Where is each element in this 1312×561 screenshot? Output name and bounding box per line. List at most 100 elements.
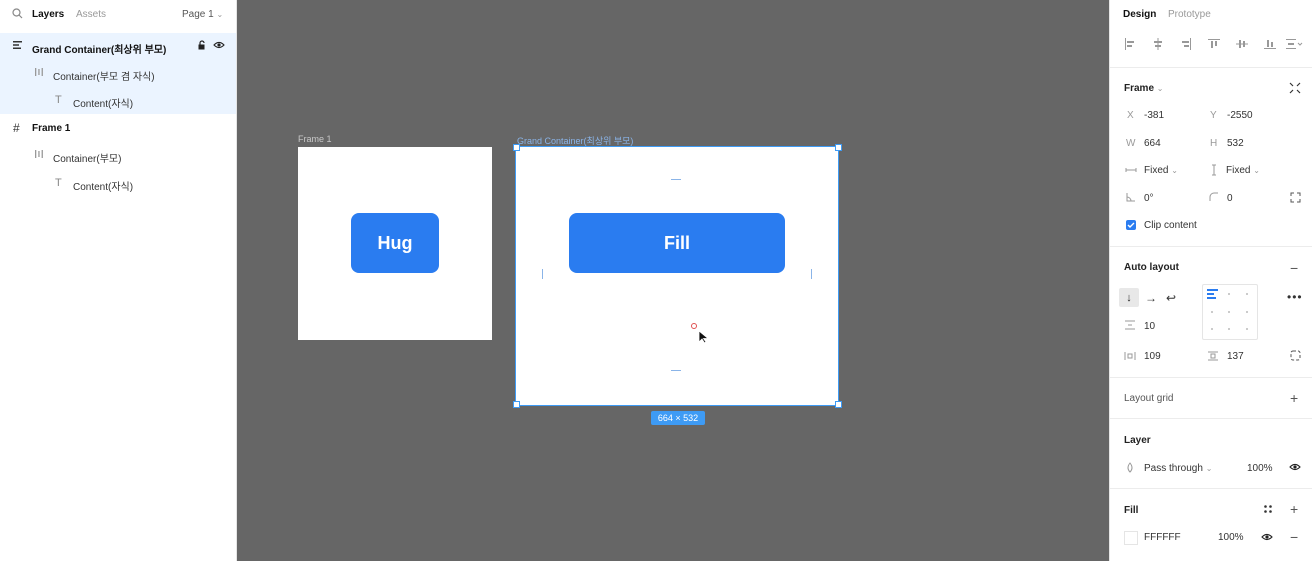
- eye-icon[interactable]: [213, 40, 225, 53]
- frame-section-title[interactable]: Frame ⌄: [1124, 83, 1164, 94]
- grid-dot[interactable]: [1211, 328, 1213, 330]
- grid-dot[interactable]: [1246, 293, 1248, 295]
- grid-dot[interactable]: [1211, 311, 1213, 313]
- clip-content-checkbox[interactable]: [1126, 220, 1136, 230]
- layer-label: Content(자식): [73, 182, 134, 193]
- align-top-left-indicator: [1207, 289, 1219, 302]
- y-label: Y: [1210, 110, 1217, 121]
- horizontal-sizing-select[interactable]: Fixed ⌄: [1144, 165, 1178, 176]
- auto-layout-horizontal-icon: [34, 149, 44, 162]
- tab-assets[interactable]: Assets: [76, 9, 106, 20]
- grid-dot[interactable]: [1228, 328, 1230, 330]
- clip-content-label: Clip content: [1144, 220, 1197, 231]
- resize-handle-tr[interactable]: [835, 144, 842, 151]
- frame-icon: #: [13, 121, 20, 135]
- horizontal-sizing-label: Fixed: [1144, 165, 1169, 176]
- align-top-icon[interactable]: [1208, 38, 1220, 53]
- layer-content-child-2[interactable]: T Content(자식): [0, 170, 236, 197]
- y-input[interactable]: -2550: [1227, 110, 1253, 121]
- auto-layout-vertical-icon: [13, 40, 23, 53]
- horizontal-resizing-icon: [1125, 165, 1137, 178]
- arrow-down-icon: ↓: [1126, 291, 1132, 304]
- divider: [1110, 377, 1312, 378]
- grid-dot[interactable]: [1246, 328, 1248, 330]
- resize-handle-br[interactable]: [835, 401, 842, 408]
- search-icon[interactable]: [12, 8, 23, 22]
- align-right-icon[interactable]: [1180, 38, 1192, 53]
- blend-mode-select[interactable]: Pass through ⌄: [1144, 463, 1212, 474]
- eye-icon[interactable]: [1261, 532, 1273, 545]
- divider: [1110, 418, 1312, 419]
- padding-top-indicator: [671, 179, 681, 180]
- align-left-icon[interactable]: [1124, 38, 1136, 53]
- remove-fill-icon[interactable]: −: [1290, 529, 1298, 545]
- padding-bottom-indicator: [671, 370, 681, 371]
- align-bottom-icon[interactable]: [1264, 38, 1276, 53]
- lock-icon[interactable]: [197, 40, 207, 53]
- remove-auto-layout-icon[interactable]: −: [1290, 260, 1298, 276]
- frame1-label[interactable]: Frame 1: [298, 134, 332, 144]
- add-layout-grid-icon[interactable]: +: [1290, 390, 1298, 406]
- text-icon: T: [55, 94, 62, 106]
- more-options-icon[interactable]: •••: [1287, 290, 1303, 304]
- rotation-input[interactable]: 0°: [1144, 193, 1154, 204]
- alignment-grid[interactable]: [1202, 284, 1258, 340]
- layer-frame-1[interactable]: # Frame 1: [0, 115, 236, 142]
- w-input[interactable]: 664: [1144, 138, 1161, 149]
- fill-opacity-input[interactable]: 100%: [1218, 532, 1244, 543]
- divider: [1110, 67, 1312, 68]
- h-label: H: [1210, 138, 1218, 149]
- layer-label: Frame 1: [32, 123, 71, 134]
- styles-icon[interactable]: [1263, 504, 1273, 517]
- grand-container-frame[interactable]: Fill: [515, 146, 839, 406]
- horizontal-padding-input[interactable]: 109: [1144, 351, 1161, 362]
- text-icon: T: [55, 177, 62, 189]
- layer-container-parent-child[interactable]: Container(부모 겸 자식): [0, 60, 236, 87]
- distribute-icon[interactable]: [1286, 38, 1304, 53]
- layer-content-child[interactable]: T Content(자식): [0, 87, 236, 114]
- vertical-sizing-select[interactable]: Fixed ⌄: [1226, 165, 1260, 176]
- vertical-padding-input[interactable]: 137: [1227, 351, 1244, 362]
- vertical-sizing-label: Fixed: [1226, 165, 1251, 176]
- direction-vertical-button[interactable]: ↓: [1119, 288, 1139, 307]
- resize-to-fit-icon[interactable]: [1289, 82, 1301, 97]
- layer-container-parent[interactable]: Container(부모): [0, 142, 236, 169]
- align-vertical-center-icon[interactable]: [1236, 38, 1248, 53]
- fill-color-input[interactable]: FFFFFF: [1144, 532, 1181, 543]
- grand-container-label[interactable]: Grand Container(최상위 부모): [517, 134, 633, 147]
- layer-grand-container[interactable]: Grand Container(최상위 부모): [0, 33, 236, 60]
- align-horizontal-center-icon[interactable]: [1152, 38, 1164, 53]
- x-input[interactable]: -381: [1144, 110, 1164, 121]
- h-input[interactable]: 532: [1227, 138, 1244, 149]
- grid-dot[interactable]: [1246, 311, 1248, 313]
- rotation-icon: [1126, 192, 1136, 205]
- layer-opacity-input[interactable]: 100%: [1247, 463, 1273, 474]
- w-label: W: [1126, 138, 1136, 149]
- tab-prototype[interactable]: Prototype: [1168, 9, 1211, 20]
- fill-color-swatch[interactable]: [1124, 531, 1138, 545]
- wrap-icon[interactable]: ↩: [1166, 291, 1176, 305]
- tab-design[interactable]: Design: [1123, 9, 1156, 20]
- auto-layout-title: Auto layout: [1124, 262, 1179, 273]
- fill-button[interactable]: Fill: [569, 213, 785, 273]
- add-fill-icon[interactable]: +: [1290, 501, 1298, 517]
- divider: [1110, 488, 1312, 489]
- spacing-between-icon: [1124, 320, 1136, 333]
- grid-dot[interactable]: [1228, 293, 1230, 295]
- resize-handle-bl[interactable]: [513, 401, 520, 408]
- spacing-between-input[interactable]: 10: [1144, 321, 1155, 332]
- arrow-right-icon[interactable]: →: [1145, 291, 1157, 305]
- hug-button[interactable]: Hug: [351, 213, 439, 273]
- resize-handle-tl[interactable]: [513, 144, 520, 151]
- independent-corners-icon[interactable]: [1290, 192, 1301, 206]
- frame-1[interactable]: Hug: [298, 147, 492, 340]
- tab-layers[interactable]: Layers: [32, 9, 64, 20]
- frame-section-label: Frame: [1124, 83, 1155, 94]
- corner-radius-input[interactable]: 0: [1227, 193, 1233, 204]
- fill-section-title: Fill: [1124, 505, 1139, 516]
- grid-dot[interactable]: [1228, 311, 1230, 313]
- canvas[interactable]: Frame 1 Hug Grand Container(최상위 부모) Fill…: [237, 0, 1109, 561]
- eye-icon[interactable]: [1289, 462, 1301, 475]
- page-selector[interactable]: Page 1 ⌄: [182, 9, 223, 20]
- individual-padding-icon[interactable]: [1290, 350, 1301, 364]
